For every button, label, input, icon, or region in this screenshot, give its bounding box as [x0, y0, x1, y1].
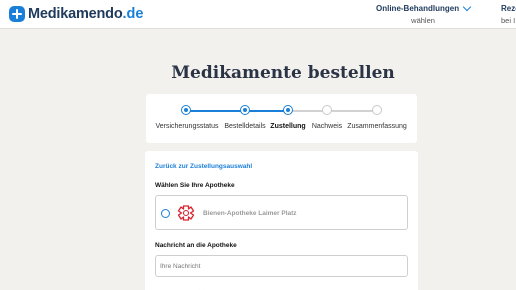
- step-dot-nachweis: [322, 105, 332, 115]
- step-label-nachweis: Nachweis: [311, 123, 343, 130]
- top-navigation-bar: Medikamendo .de Online-Behandlungen wähle…: [0, 0, 516, 29]
- logo-tld: .de: [122, 6, 144, 22]
- stepper-progress-line: [186, 110, 288, 112]
- page-title: Medikamente bestellen: [171, 63, 395, 83]
- nav-online-behandlungen-title: Online-Behandlungen: [376, 4, 460, 13]
- chevron-down-icon: [462, 2, 472, 11]
- step-dot-bestelldetails: [240, 105, 250, 115]
- logo-name: Medikamendo: [28, 6, 123, 22]
- step-label-zusammenfassung: Zusammenfassung: [347, 123, 407, 130]
- progress-stepper: Versicherungsstatus Bestelldetails Zuste…: [146, 94, 417, 143]
- step-dot-zustellung: [283, 105, 293, 115]
- back-to-delivery-selection-link[interactable]: Zurück zur Zustellungsauswahl: [155, 163, 252, 170]
- step-label-bestelldetails: Bestelldetails: [224, 123, 266, 130]
- site-logo[interactable]: Medikamendo .de: [9, 5, 143, 23]
- step-label-versicherungsstatus: Versicherungsstatus: [155, 123, 219, 130]
- stepper-remaining-line: [288, 110, 377, 112]
- nav-online-behandlungen-subtitle: wählen: [411, 16, 435, 25]
- step-dot-zusammenfassung: [372, 105, 382, 115]
- pharmacy-heading: Wählen Sie Ihre Apotheke: [155, 182, 235, 189]
- pharmacy-option-card[interactable]: Bienen-Apotheke Laimer Platz: [155, 195, 408, 230]
- nav-rezept[interactable]: Reze bei I: [501, 4, 516, 25]
- medical-cross-icon: [9, 6, 25, 22]
- message-input[interactable]: [155, 255, 408, 277]
- pharmacy-logo-icon: [177, 205, 195, 221]
- pharmacy-name: Bienen-Apotheke Laimer Platz: [203, 210, 297, 217]
- nav-rezept-title: Reze: [501, 4, 516, 13]
- pharmacy-radio[interactable]: [161, 209, 170, 218]
- nav-rezept-subtitle: bei I: [501, 16, 516, 25]
- message-heading: Nachricht an die Apotheke: [155, 242, 237, 249]
- delivery-form-card: Zurück zur Zustellungsauswahl Wählen Sie…: [145, 151, 418, 290]
- step-dot-versicherungsstatus: [181, 105, 191, 115]
- step-label-zustellung: Zustellung: [270, 123, 306, 130]
- nav-online-behandlungen[interactable]: Online-Behandlungen wählen: [376, 2, 472, 25]
